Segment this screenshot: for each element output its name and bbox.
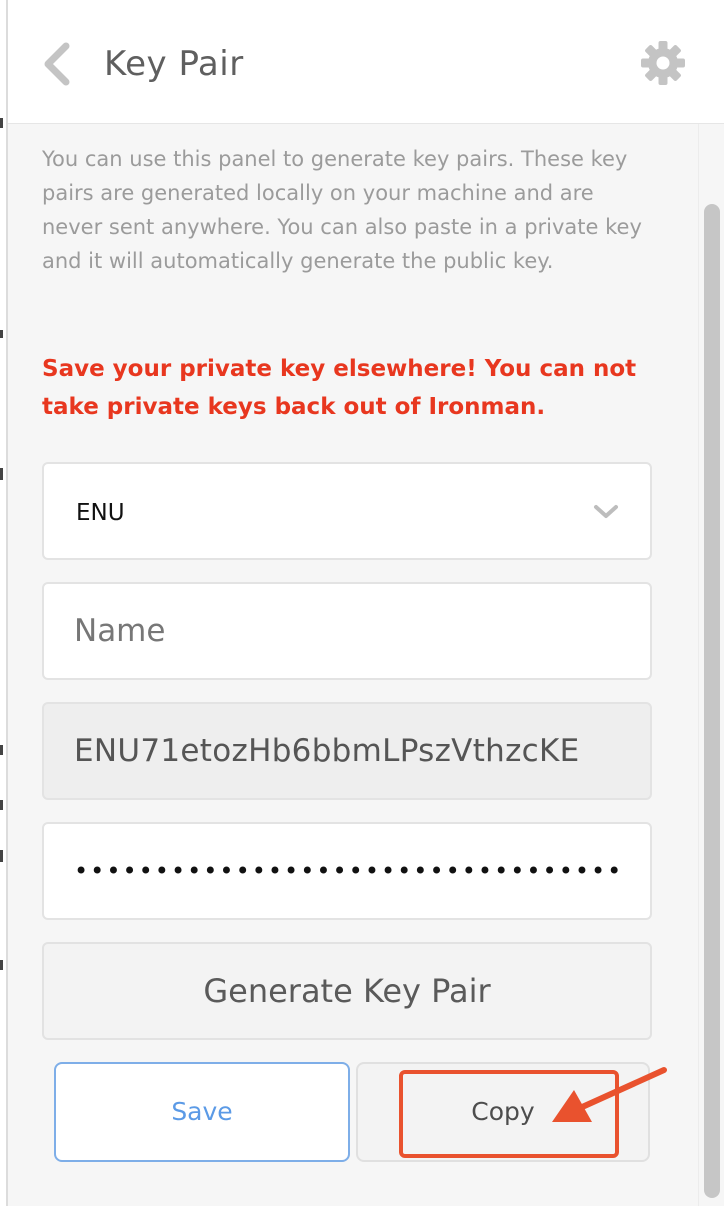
name-field-wrapper xyxy=(42,582,652,680)
panel-description: You can use this panel to generate key p… xyxy=(42,147,642,273)
edge-mark xyxy=(0,468,3,480)
edge-mark xyxy=(0,118,3,128)
gear-icon xyxy=(641,41,685,85)
blockchain-select[interactable]: ENU xyxy=(42,462,652,560)
edge-mark xyxy=(0,850,3,862)
edge-mark xyxy=(0,330,3,338)
name-input[interactable] xyxy=(44,584,650,678)
page-title: Key Pair xyxy=(104,44,244,84)
public-key-input[interactable] xyxy=(44,704,650,798)
settings-button[interactable] xyxy=(640,40,686,86)
edge-mark xyxy=(0,745,3,755)
panel-header: Key Pair xyxy=(8,0,724,124)
save-button[interactable]: Save xyxy=(54,1062,350,1162)
edge-mark xyxy=(0,800,3,810)
private-key-field-wrapper xyxy=(42,822,652,920)
public-key-field-wrapper xyxy=(42,702,652,800)
chevron-left-icon xyxy=(44,42,70,86)
copy-button[interactable]: Copy xyxy=(356,1062,650,1162)
edge-mark xyxy=(0,960,3,970)
key-pair-panel: You can use this panel to generate key p… xyxy=(8,124,698,1206)
generate-key-pair-button[interactable]: Generate Key Pair xyxy=(42,942,652,1040)
private-key-input[interactable] xyxy=(44,824,650,918)
private-key-warning: Save your private key elsewhere! You can… xyxy=(42,356,637,420)
scrollbar-thumb[interactable] xyxy=(704,204,720,1198)
chevron-down-icon xyxy=(594,505,618,518)
back-button[interactable] xyxy=(38,40,78,88)
left-window-edge xyxy=(0,0,8,1206)
blockchain-select-value: ENU xyxy=(76,500,125,526)
